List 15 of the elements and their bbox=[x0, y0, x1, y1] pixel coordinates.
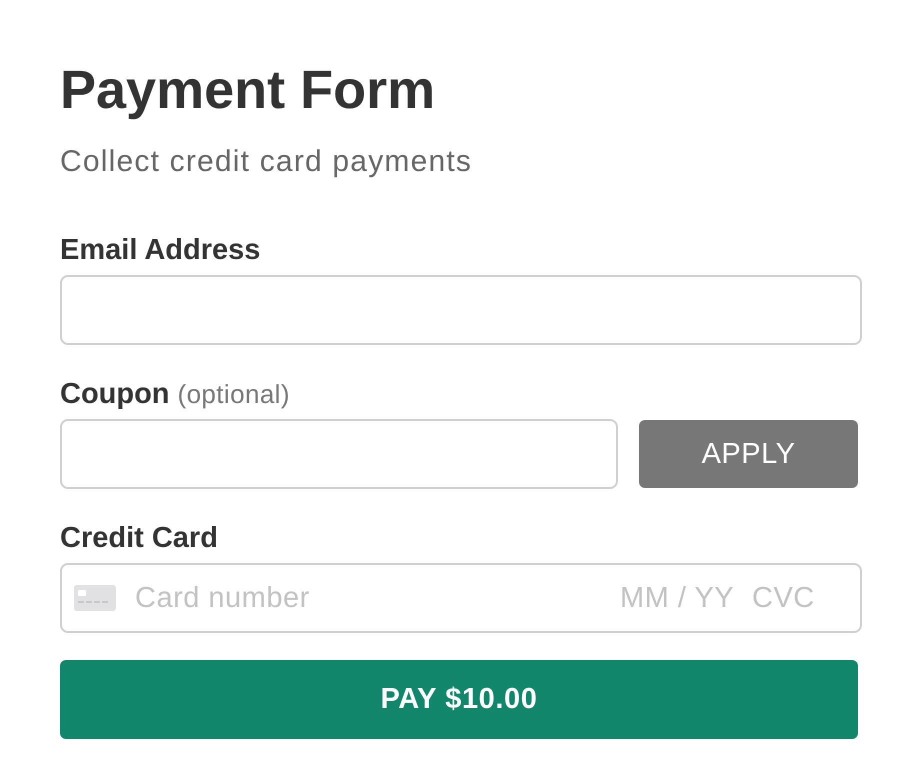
card-number-input[interactable]: Card number bbox=[135, 580, 620, 616]
cvc-input[interactable]: CVC bbox=[752, 580, 816, 616]
credit-card-icon bbox=[74, 585, 116, 611]
pay-button[interactable]: PAY $10.00 bbox=[60, 660, 858, 739]
page-title: Payment Form bbox=[60, 60, 436, 120]
field-label: Email Address bbox=[60, 234, 260, 266]
card-field[interactable]: Card number MM / YY CVC bbox=[60, 563, 862, 633]
coupon-input[interactable] bbox=[60, 419, 618, 489]
field-hint: (optional) bbox=[178, 378, 290, 410]
email-input[interactable] bbox=[60, 275, 862, 345]
apply-button[interactable]: APPLY bbox=[639, 420, 858, 488]
field-label: Coupon bbox=[60, 378, 170, 410]
field-label: Credit Card bbox=[60, 522, 218, 554]
expiry-input[interactable]: MM / YY bbox=[620, 580, 748, 616]
page-subtitle: Collect credit card payments bbox=[60, 145, 474, 179]
